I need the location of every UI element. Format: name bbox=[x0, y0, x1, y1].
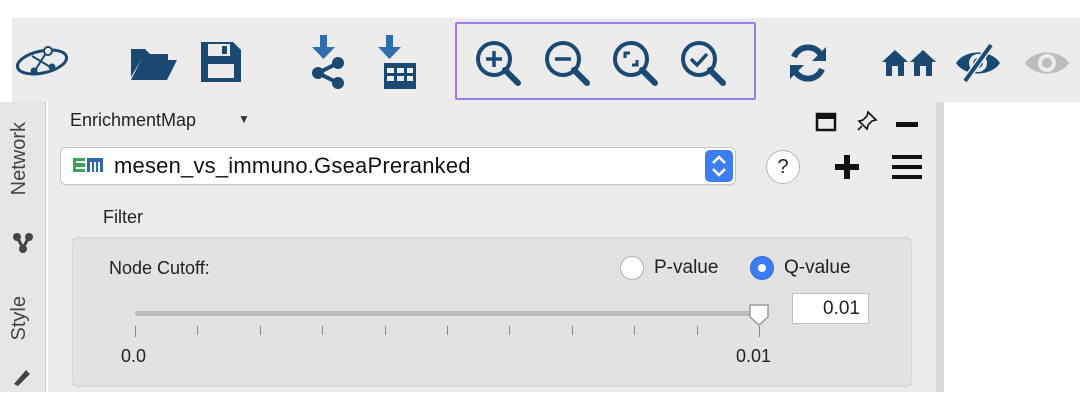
menu-icon[interactable] bbox=[892, 154, 922, 185]
zoom-in-icon[interactable] bbox=[472, 38, 524, 88]
slider-tick bbox=[759, 326, 760, 337]
add-icon[interactable] bbox=[834, 154, 860, 185]
q-value-label[interactable]: Q-value bbox=[784, 257, 851, 279]
panel-title[interactable]: EnrichmentMap bbox=[70, 110, 196, 131]
tab-style[interactable]: Style bbox=[8, 296, 31, 340]
slider-tick bbox=[322, 326, 323, 335]
slider-tick bbox=[447, 326, 448, 335]
float-window-icon[interactable] bbox=[815, 112, 837, 137]
panel-scroll-edge bbox=[936, 102, 944, 392]
help-button[interactable]: ? bbox=[766, 150, 800, 184]
hide-icon[interactable] bbox=[952, 42, 1004, 84]
node-cutoff-label: Node Cutoff: bbox=[109, 258, 210, 278]
enrichmentmap-logo-icon bbox=[73, 158, 103, 172]
cytoscape-logo-icon[interactable] bbox=[14, 40, 70, 84]
zoom-selected-icon[interactable] bbox=[677, 38, 729, 88]
zoom-out-icon[interactable] bbox=[541, 38, 593, 88]
save-disk-icon[interactable] bbox=[197, 38, 245, 86]
slider-tick bbox=[135, 326, 136, 337]
select-arrows-icon[interactable] bbox=[705, 150, 733, 182]
slider-tick bbox=[260, 326, 261, 335]
panel-menu-chevron-icon[interactable]: ▼ bbox=[238, 112, 250, 126]
q-value-radio[interactable] bbox=[750, 256, 774, 280]
analysis-select-value: mesen_vs_immuno.GseaPreranked bbox=[114, 153, 471, 178]
slider-tick bbox=[634, 326, 635, 335]
network-icon bbox=[12, 232, 34, 259]
import-network-icon[interactable] bbox=[302, 34, 352, 90]
p-value-radio[interactable] bbox=[620, 256, 644, 280]
zoom-fit-icon[interactable] bbox=[609, 38, 661, 88]
slider-tick bbox=[509, 326, 510, 335]
cutoff-slider-thumb[interactable] bbox=[748, 303, 770, 327]
cutoff-value-field[interactable]: 0.01 bbox=[792, 293, 869, 324]
pin-icon[interactable] bbox=[856, 110, 878, 137]
show-icon[interactable] bbox=[1020, 42, 1074, 84]
open-folder-icon[interactable] bbox=[128, 38, 180, 86]
tab-network[interactable]: Network bbox=[8, 122, 31, 195]
slider-tick bbox=[197, 326, 198, 335]
style-brush-icon bbox=[10, 364, 34, 393]
minimize-icon[interactable] bbox=[896, 122, 918, 127]
slider-max-label: 0.01 bbox=[736, 346, 772, 366]
p-value-label[interactable]: P-value bbox=[654, 257, 718, 279]
slider-tick bbox=[572, 326, 573, 335]
cutoff-slider-track[interactable] bbox=[135, 311, 759, 316]
empty-canvas-area bbox=[944, 102, 1080, 392]
refresh-icon[interactable] bbox=[784, 40, 832, 86]
slider-tick bbox=[697, 326, 698, 335]
home-icon[interactable] bbox=[880, 44, 940, 80]
slider-tick bbox=[385, 326, 386, 335]
import-table-icon[interactable] bbox=[370, 34, 422, 92]
filter-section-label: Filter bbox=[103, 207, 143, 227]
slider-min-label: 0.0 bbox=[121, 346, 147, 366]
